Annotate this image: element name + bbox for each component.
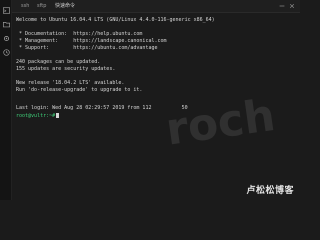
- tab-quick-commands[interactable]: 快速命令: [52, 2, 78, 11]
- terminal-line: Welcome to Ubuntu 16.04.4 LTS (GNU/Linux…: [16, 17, 215, 23]
- tab-sftp[interactable]: sftp: [34, 2, 49, 11]
- settings-icon[interactable]: [2, 34, 10, 42]
- watermark-text: 卢松松博客: [246, 186, 294, 196]
- tab-bar: ssh sftp 快速命令: [12, 0, 300, 13]
- terminal-line: 155 updates are security updates.: [16, 66, 116, 72]
- last-login-line: Last login: Wed Aug 28 02:29:57 2019 fro…: [16, 105, 188, 111]
- watermark-logo: roch: [162, 73, 300, 173]
- terminal-output[interactable]: roch Welcome to Ubuntu 16.04.4 LTS (GNU/…: [12, 13, 300, 200]
- tab-ssh[interactable]: ssh: [18, 2, 32, 11]
- prompt-line[interactable]: root@vultr:~#: [16, 113, 60, 119]
- close-icon[interactable]: [288, 2, 296, 10]
- terminal-line: 240 packages can be updated.: [16, 59, 101, 65]
- minimize-icon[interactable]: [278, 2, 286, 10]
- shell-prompt: root@vultr:~#: [16, 113, 56, 119]
- terminal-icon[interactable]: [2, 6, 10, 14]
- terminal-line: New release '18.04.2 LTS' available.: [16, 80, 125, 86]
- terminal-line: * Documentation: https://help.ubuntu.com: [16, 31, 143, 37]
- text-cursor: [56, 113, 60, 118]
- terminal-line: * Support: https://ubuntu.com/advantage: [16, 45, 158, 51]
- terminal-line: Run 'do-release-upgrade' to upgrade to i…: [16, 87, 143, 93]
- history-icon[interactable]: [2, 48, 10, 56]
- terminal-line: * Management: https://landscape.canonica…: [16, 38, 167, 44]
- sidebar: [0, 0, 12, 200]
- svg-text:roch: roch: [163, 90, 278, 156]
- folder-icon[interactable]: [2, 20, 10, 28]
